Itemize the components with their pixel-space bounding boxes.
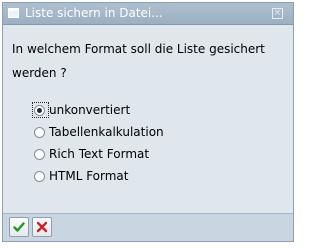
radio-spreadsheet[interactable] bbox=[34, 126, 45, 138]
dialog-title: Liste sichern in Datei... bbox=[25, 6, 163, 20]
option-rich-text[interactable]: Rich Text Format bbox=[34, 143, 164, 165]
dialog-window: Liste sichern in Datei... × In welchem F… bbox=[2, 2, 294, 242]
window-icon bbox=[8, 8, 19, 18]
option-label: unkonvertiert bbox=[49, 103, 131, 117]
confirm-button[interactable] bbox=[9, 217, 29, 237]
close-icon[interactable]: × bbox=[272, 8, 283, 19]
option-html[interactable]: HTML Format bbox=[34, 165, 164, 187]
cross-icon bbox=[36, 221, 48, 233]
option-spreadsheet[interactable]: Tabellenkalkulation bbox=[34, 121, 164, 143]
radio-unconverted[interactable] bbox=[34, 104, 45, 116]
format-radio-group: unkonvertiert Tabellenkalkulation Rich T… bbox=[32, 99, 164, 187]
button-bar bbox=[3, 213, 293, 241]
option-unconverted[interactable]: unkonvertiert bbox=[32, 99, 164, 121]
radio-html[interactable] bbox=[34, 170, 45, 182]
option-label: Rich Text Format bbox=[49, 147, 150, 161]
format-question: In welchem Format soll die Liste gesiche… bbox=[12, 42, 265, 80]
option-label: HTML Format bbox=[49, 169, 129, 183]
checkmark-icon bbox=[13, 222, 25, 232]
title-bar[interactable]: Liste sichern in Datei... × bbox=[3, 3, 293, 25]
cancel-button[interactable] bbox=[32, 217, 52, 237]
option-label: Tabellenkalkulation bbox=[49, 125, 164, 139]
radio-rich-text[interactable] bbox=[34, 148, 45, 160]
